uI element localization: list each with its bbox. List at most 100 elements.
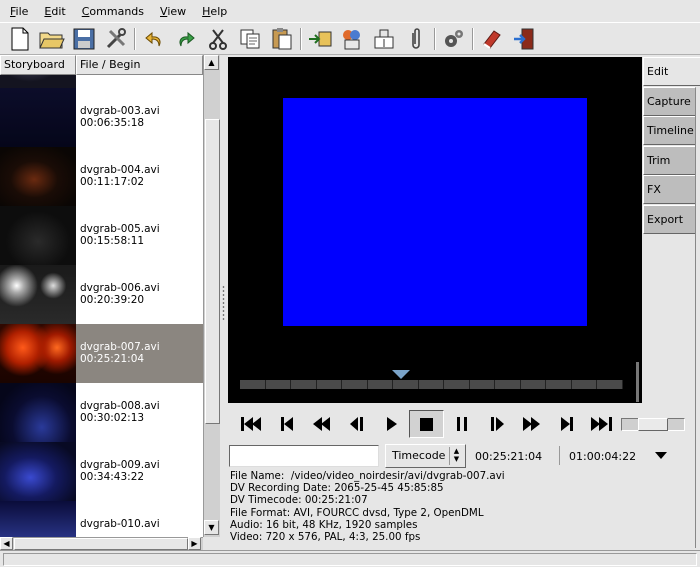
- scrub-segment: [368, 380, 394, 389]
- clip-meta: dvgrab-010.avi: [76, 501, 160, 537]
- divider-grip-handle[interactable]: [222, 285, 225, 321]
- scrollbar-thumb[interactable]: [205, 119, 220, 424]
- storyboard-horizontal-scrollbar[interactable]: ◀ ▶: [0, 537, 203, 550]
- video-preview: [228, 57, 642, 403]
- kino-window: File Edit Commands View Help Storyboard …: [0, 0, 700, 567]
- help-book-icon[interactable]: [476, 24, 508, 54]
- tab-capture[interactable]: Capture: [643, 86, 696, 116]
- storyboard-clip[interactable]: dvgrab-004.avi 00:11:17:02: [0, 147, 203, 206]
- step-back-icon[interactable]: [339, 410, 374, 438]
- storyboard-clip[interactable]: 00:01:00:09: [0, 75, 203, 88]
- scrub-segment: [495, 380, 521, 389]
- shuttle-speed-slider[interactable]: [621, 418, 685, 431]
- storyboard-clip[interactable]: dvgrab-010.avi: [0, 501, 203, 537]
- current-position-timecode: 00:25:21:04: [475, 450, 543, 463]
- tab-timeline[interactable]: Timeline: [643, 116, 696, 145]
- scroll-down-arrow-icon[interactable]: ▼: [204, 520, 219, 535]
- tab-trim[interactable]: Trim: [643, 145, 696, 175]
- append-scene-icon[interactable]: [336, 24, 368, 54]
- pane-divider[interactable]: [220, 55, 228, 550]
- timecode-row: Timecode ▲ ▼ 00:25:21:04 01:00:04:22: [228, 443, 695, 469]
- slider-handle[interactable]: [638, 418, 668, 431]
- menu-item-commands[interactable]: Commands: [82, 5, 144, 18]
- scrub-segment: [572, 380, 598, 389]
- scroll-left-arrow-icon[interactable]: ◀: [0, 537, 13, 550]
- tab-edit[interactable]: Edit: [643, 57, 700, 86]
- clip-meta: dvgrab-004.avi 00:11:17:02: [76, 147, 160, 206]
- stop-icon[interactable]: [409, 410, 444, 438]
- toolbar-separator: [434, 27, 436, 50]
- storyboard-vertical-scrollbar[interactable]: ▲ ▼: [203, 55, 220, 537]
- dv-timecode-line: DV Timecode: 00:25:21:07: [230, 494, 368, 507]
- step-forward-icon[interactable]: [479, 410, 514, 438]
- storyboard-clip[interactable]: dvgrab-006.avi 00:20:39:20: [0, 265, 203, 324]
- audio-line: Audio: 16 bit, 48 KHz, 1920 samples: [230, 518, 418, 531]
- insert-before-icon[interactable]: [304, 24, 336, 54]
- clip-meta: dvgrab-009.avi 00:34:43:22: [76, 442, 160, 501]
- clip-meta: dvgrab-008.avi 00:30:02:13: [76, 383, 160, 442]
- preferences-tools-icon[interactable]: [100, 24, 132, 54]
- clip-thumbnail: [0, 265, 76, 324]
- new-document-icon[interactable]: [4, 24, 36, 54]
- column-header-storyboard[interactable]: Storyboard: [0, 55, 76, 75]
- cut-scissors-icon[interactable]: [202, 24, 234, 54]
- clip-file-name: dvgrab-006.avi: [80, 282, 160, 294]
- scrub-segment: [546, 380, 572, 389]
- exit-door-icon[interactable]: [508, 24, 540, 54]
- scrub-segment: [291, 380, 317, 389]
- scrollbar-thumb[interactable]: [14, 538, 188, 550]
- column-header-file-begin[interactable]: File / Begin: [76, 55, 203, 75]
- video-line: Video: 720 x 576, PAL, 4:3, 25.00 fps: [230, 531, 421, 544]
- jump-timecode-input[interactable]: [229, 445, 379, 467]
- split-scene-icon[interactable]: [368, 24, 400, 54]
- scrub-bar[interactable]: [228, 366, 642, 403]
- menu-item-help[interactable]: Help: [202, 5, 227, 18]
- scroll-right-arrow-icon[interactable]: ▶: [188, 537, 201, 550]
- timecode-mode-select[interactable]: Timecode ▲ ▼: [385, 444, 466, 468]
- clip-begin-timecode: 00:34:43:22: [80, 471, 145, 483]
- storyboard-list: 00:01:00:09dvgrab-003.avi00:06:35:18dvgr…: [0, 75, 203, 537]
- menu-item-file[interactable]: File: [10, 5, 28, 18]
- open-folder-icon[interactable]: [36, 24, 68, 54]
- attach-clip-icon[interactable]: [400, 24, 432, 54]
- rewind-icon[interactable]: [304, 410, 339, 438]
- next-scene-icon[interactable]: [549, 410, 584, 438]
- paste-icon[interactable]: [266, 24, 298, 54]
- previous-scene-icon[interactable]: [269, 410, 304, 438]
- storyboard-clip[interactable]: dvgrab-005.avi 00:15:58:11: [0, 206, 203, 265]
- total-duration-timecode: 01:00:04:22: [569, 450, 637, 463]
- clip-meta: 00:01:00:09: [76, 75, 144, 88]
- clip-file-name: dvgrab-008.avi: [80, 400, 160, 412]
- clip-file-name: dvgrab-004.avi: [80, 164, 160, 176]
- menu-item-view[interactable]: View: [160, 5, 186, 18]
- spin-arrows-icon[interactable]: ▲ ▼: [449, 447, 463, 465]
- toolbar-separator: [134, 27, 136, 50]
- scroll-up-arrow-icon[interactable]: ▲: [204, 55, 219, 70]
- clip-file-name: dvgrab-010.avi: [80, 518, 160, 530]
- copy-icon[interactable]: [234, 24, 266, 54]
- save-floppy-icon[interactable]: [68, 24, 100, 54]
- playhead-marker-icon[interactable]: [391, 370, 410, 379]
- undo-icon[interactable]: [138, 24, 170, 54]
- play-icon[interactable]: [374, 410, 409, 438]
- fast-forward-icon[interactable]: [514, 410, 549, 438]
- file-format-line: File Format: AVI, FOURCC dvsd, Type 2, O…: [230, 506, 484, 519]
- file-info: File Name: /video/video_noirdesir/avi/dv…: [230, 470, 690, 543]
- toolbar-separator: [300, 27, 302, 50]
- storyboard-clip[interactable]: dvgrab-007.avi 00:25:21:04: [0, 324, 203, 383]
- menu-item-edit[interactable]: Edit: [44, 5, 65, 18]
- scrub-segment: [444, 380, 470, 389]
- chevron-down-icon[interactable]: [655, 452, 667, 459]
- redo-icon[interactable]: [170, 24, 202, 54]
- scrub-track[interactable]: [240, 380, 623, 389]
- render-gears-icon[interactable]: [438, 24, 470, 54]
- tab-export[interactable]: Export: [643, 204, 696, 234]
- jump-to-start-icon[interactable]: [234, 410, 269, 438]
- storyboard-clip[interactable]: dvgrab-008.avi 00:30:02:13: [0, 383, 203, 442]
- storyboard-clip[interactable]: dvgrab-009.avi 00:34:43:22: [0, 442, 203, 501]
- clip-begin-timecode: 00:30:02:13: [80, 412, 145, 424]
- tab-fx[interactable]: FX: [643, 175, 696, 204]
- pause-icon[interactable]: [444, 410, 479, 438]
- storyboard-clip[interactable]: dvgrab-003.avi 00:06:35:18: [0, 88, 203, 147]
- jump-to-end-icon[interactable]: [584, 410, 619, 438]
